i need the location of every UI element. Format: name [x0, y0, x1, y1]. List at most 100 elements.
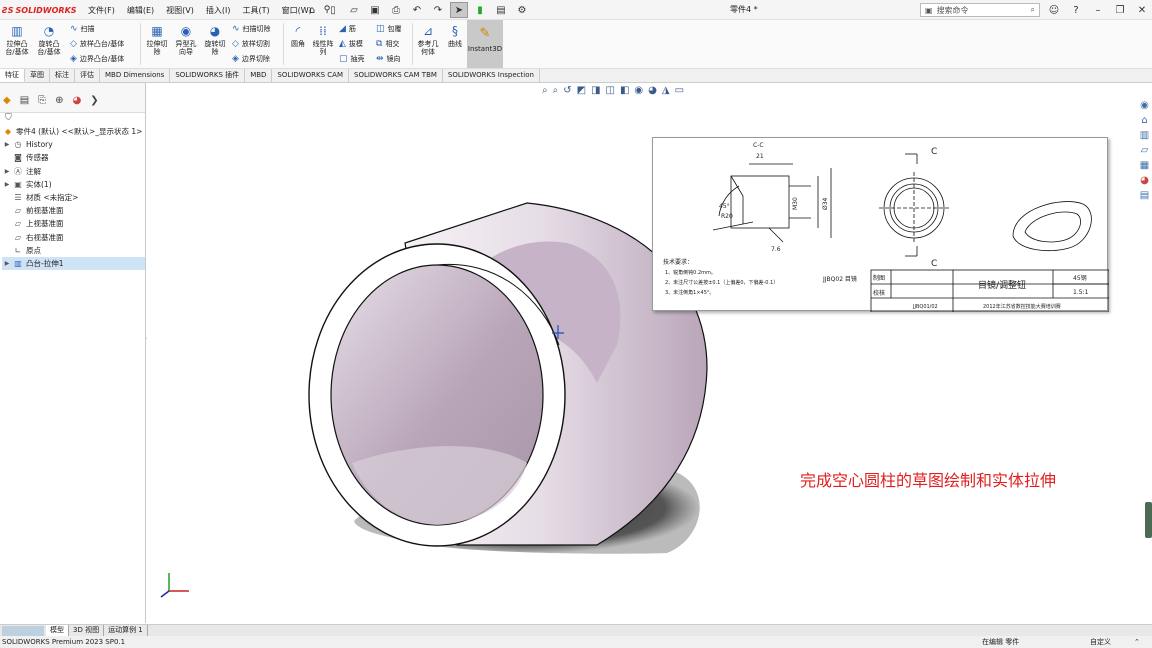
swept-cut-button[interactable]: ∿ 扫描切除 [232, 24, 271, 34]
lofted-cut-button[interactable]: ◇ 放样切割 [232, 39, 270, 49]
save-icon[interactable]: ▣ [366, 2, 384, 18]
menu-view[interactable]: 视图(V) [160, 5, 200, 16]
hole-wizard-button[interactable]: ◉ 异型孔 向导 [171, 24, 201, 56]
expand-arrow-icon[interactable]: ❯ [90, 95, 98, 106]
new-document-icon[interactable]: ▯ [324, 2, 342, 18]
rebuild-icon[interactable]: ▮ [471, 2, 489, 18]
tab-solidworks-addins[interactable]: SOLIDWORKS 插件 [170, 69, 246, 82]
select-cursor-icon[interactable]: ➤ [450, 2, 468, 18]
sweep-button[interactable]: ∿ 扫描 [70, 24, 95, 34]
draft-button[interactable]: ◭ 拔模 [339, 39, 363, 49]
tree-root-part[interactable]: ◆ 零件4 (默认) <<默认>_显示状态 1> [2, 125, 145, 138]
tab-navigation-arrows[interactable] [2, 625, 44, 636]
tree-item-right-plane[interactable]: ▱ 右视基准面 [2, 231, 145, 244]
hole-wizard-label: 异型孔 向导 [175, 40, 197, 56]
menu-edit[interactable]: 编辑(E) [121, 5, 160, 16]
search-icon[interactable]: ⌕ [1031, 5, 1035, 15]
tab-evaluate[interactable]: 评估 [75, 69, 100, 82]
wrap-button[interactable]: ◫ 包覆 [376, 24, 402, 34]
revolve-boss-button[interactable]: ◔ 旋转凸 台/基体 [34, 24, 64, 56]
tab-features[interactable]: 特征 [0, 69, 25, 82]
tree-item-solid-bodies[interactable]: ▶ ▣ 实体(1) [2, 178, 145, 191]
document-title: 零件4 * [730, 5, 758, 14]
file-explorer-icon[interactable]: ▱ [1141, 145, 1149, 158]
tree-item-sensors[interactable]: ◙ 传感器 [2, 151, 145, 164]
tab-mbd-dimensions[interactable]: MBD Dimensions [100, 69, 171, 82]
undo-icon[interactable]: ↶ [408, 2, 426, 18]
menu-file[interactable]: 文件(F) [82, 5, 121, 16]
view-palette-icon[interactable]: ▦ [1140, 160, 1149, 173]
custom-properties-icon[interactable]: ▤ [1140, 190, 1149, 203]
print-icon[interactable]: ⎙ [387, 2, 405, 18]
tab-solidworks-cam-tbm[interactable]: SOLIDWORKS CAM TBM [349, 69, 443, 82]
home-icon[interactable]: ⌂ [303, 2, 321, 18]
solidworks-logo[interactable]: ƧS SOLIDWORKS [2, 3, 77, 17]
open-icon[interactable]: ▱ [345, 2, 363, 18]
extrude-cut-button[interactable]: ▦ 拉伸切 除 [142, 24, 172, 56]
display-manager-tab-icon[interactable]: ◕ [73, 95, 82, 106]
expand-arrow-icon[interactable]: ▶ [2, 181, 12, 188]
instant3d-button[interactable]: ✎ Instant3D [467, 20, 503, 68]
restore-icon[interactable]: ❐ [1112, 2, 1128, 18]
curves-button[interactable]: § 曲线 [440, 24, 470, 48]
filter-icon[interactable]: ⛉ [0, 113, 145, 125]
tree-item-history[interactable]: ▶ ◷ History [2, 138, 145, 151]
swept-cut-icon: ∿ [232, 24, 240, 34]
file-properties-icon[interactable]: ▤ [492, 2, 510, 18]
menu-insert[interactable]: 插入(I) [200, 5, 237, 16]
design-library-icon[interactable]: ▥ [1140, 130, 1149, 143]
expand-status-icon[interactable]: ⌃ [1134, 636, 1140, 648]
tree-item-top-plane[interactable]: ▱ 上视基准面 [2, 217, 145, 230]
expand-arrow-icon[interactable]: ▶ [2, 141, 12, 148]
extrude-cut-icon: ▦ [151, 24, 163, 38]
tree-item-origin[interactable]: ∟ 原点 [2, 244, 145, 257]
extrude-boss-button[interactable]: ▥ 拉伸凸 台/基体 [2, 24, 32, 56]
boundary-cut-button[interactable]: ◈ 边界切除 [232, 54, 270, 64]
linear-pattern-button[interactable]: ⁞⁞ 线性阵 列 [308, 24, 338, 56]
expand-arrow-icon[interactable]: ▶ [2, 168, 12, 175]
appearances-icon[interactable]: ◕ [1140, 175, 1149, 188]
tree-item-front-plane[interactable]: ▱ 前视基准面 [2, 204, 145, 217]
feature-tree-tab-icon[interactable]: ◆ [3, 95, 11, 106]
intersect-button[interactable]: ⧉ 相交 [376, 39, 399, 49]
tab-solidworks-inspection[interactable]: SOLIDWORKS Inspection [443, 69, 540, 82]
tab-sketch[interactable]: 草图 [25, 69, 50, 82]
solidworks-resources-icon[interactable]: ◉ [1140, 100, 1149, 113]
toolbar-grip-handle[interactable] [1145, 502, 1152, 538]
shell-button[interactable]: ▢ 抽壳 [339, 54, 365, 64]
redo-icon[interactable]: ↷ [429, 2, 447, 18]
tree-item-annotations[interactable]: ▶ Ⓐ 注解 [2, 165, 145, 178]
home-icon[interactable]: ⌂ [1141, 115, 1147, 128]
reference-triad[interactable] [160, 573, 189, 598]
tab-motion-study[interactable]: 运动算例 1 [104, 625, 148, 636]
tree-item-material[interactable]: ☰ 材质 <未指定> [2, 191, 145, 204]
tab-markup[interactable]: 标注 [50, 69, 75, 82]
minimize-icon[interactable]: – [1090, 2, 1106, 18]
revolve-cut-button[interactable]: ◕ 旋转切 除 [200, 24, 230, 56]
swept-cut-label: 扫描切除 [242, 25, 271, 33]
linear-pattern-label: 线性阵 列 [312, 40, 334, 56]
tab-solidworks-cam[interactable]: SOLIDWORKS CAM [272, 69, 349, 82]
user-account-icon[interactable]: ☺ [1046, 2, 1062, 18]
property-manager-tab-icon[interactable]: ▤ [20, 95, 29, 106]
close-icon[interactable]: ✕ [1134, 2, 1150, 18]
boundary-boss-button[interactable]: ◈ 边界凸台/基体 [70, 54, 124, 64]
rib-button[interactable]: ◢ 筋 [339, 24, 356, 34]
dimxpert-tab-icon[interactable]: ⊕ [55, 95, 63, 106]
menu-tools[interactable]: 工具(T) [236, 5, 275, 16]
section-label: C-C [753, 142, 764, 149]
tab-model[interactable]: 模型 [46, 625, 69, 636]
search-commands-input[interactable]: ▣ 搜索命令 ⌕ [920, 3, 1040, 17]
options-gear-icon[interactable]: ⚙ [513, 2, 531, 18]
tab-mbd[interactable]: MBD [245, 69, 273, 82]
tree-item-boss-extrude[interactable]: ▶ ▥ 凸台-拉伸1 [2, 256, 145, 271]
expand-arrow-icon[interactable]: ▶ [2, 260, 12, 267]
loft-button[interactable]: ◇ 放样凸台/基体 [70, 39, 124, 49]
help-icon[interactable]: ? [1068, 2, 1084, 18]
graphics-viewport[interactable]: ▢ – ❐ ✕ ⌕ ⌕ ↺ ◩ ◨ ◫ ◧ ◉ ◕ ◮ ▭ [147, 83, 1137, 623]
status-units[interactable]: 自定义 [1090, 636, 1111, 648]
configuration-manager-tab-icon[interactable]: ⎘ [38, 95, 46, 106]
tab-3d-views[interactable]: 3D 视图 [69, 625, 105, 636]
mirror-button[interactable]: ⇹ 镜向 [376, 54, 401, 64]
reference-geometry-button[interactable]: ⊿ 参考几 何体 [413, 24, 443, 56]
